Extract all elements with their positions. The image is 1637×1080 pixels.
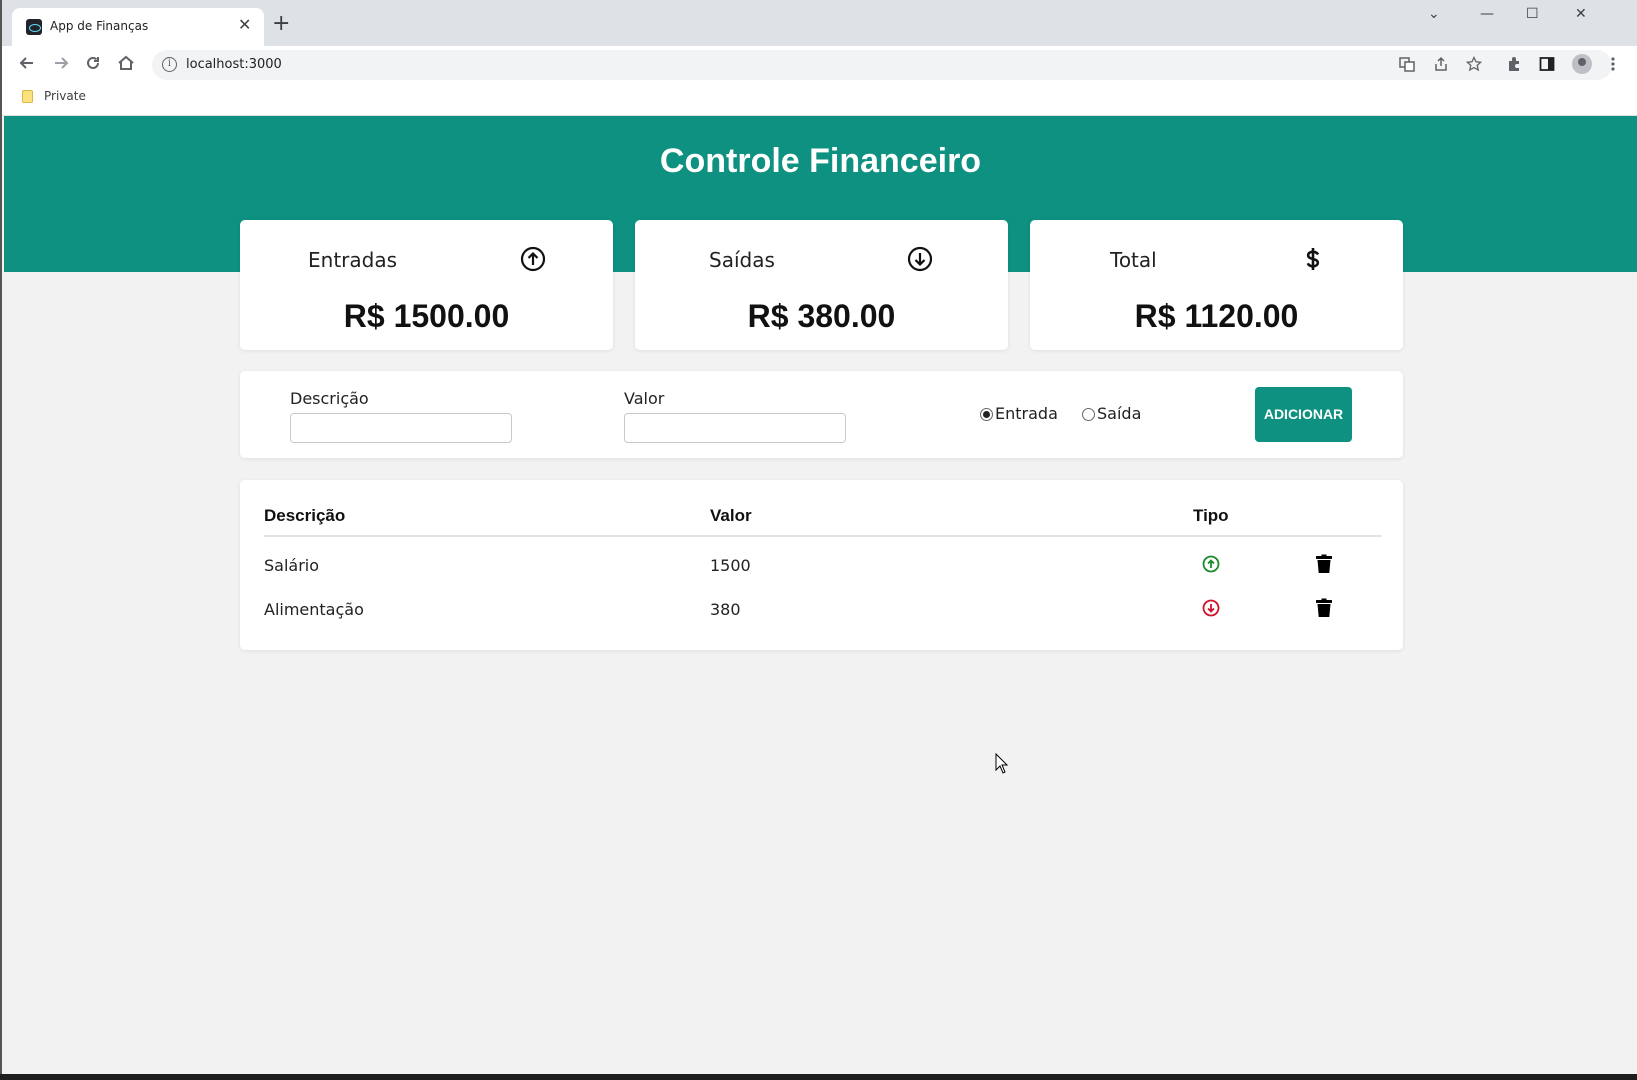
- description-label: Descrição: [290, 389, 369, 408]
- table-header-type: Tipo: [1193, 506, 1229, 525]
- row-value: 380: [710, 600, 741, 619]
- address-bar[interactable]: i localhost:3000: [152, 50, 1612, 80]
- taskbar-edge: [0, 1074, 1637, 1080]
- back-icon[interactable]: [18, 54, 36, 77]
- bookmark-folder-icon: [22, 90, 33, 103]
- transaction-form: Descrição Valor Entrada Saída ADICIONAR: [240, 371, 1403, 458]
- radio-saida-label[interactable]: Saída: [1097, 404, 1141, 423]
- menu-kebab-icon[interactable]: [1610, 56, 1616, 76]
- site-info-icon[interactable]: i: [162, 57, 177, 72]
- table-header-value: Valor: [710, 506, 752, 525]
- dollar-icon: [1306, 248, 1320, 270]
- maximize-button[interactable]: ☐: [1526, 6, 1539, 22]
- home-icon[interactable]: [117, 54, 135, 77]
- total-card: Total R$ 1120.00: [1030, 220, 1403, 350]
- total-card-label: Total: [1110, 248, 1157, 272]
- add-button[interactable]: ADICIONAR: [1255, 387, 1352, 442]
- minimize-button[interactable]: —: [1480, 6, 1494, 22]
- tab-search-icon[interactable]: ⌄: [1428, 6, 1440, 22]
- delete-trash-icon[interactable]: [1315, 554, 1333, 574]
- forward-icon[interactable]: [52, 54, 70, 77]
- app-page: Controle Financeiro Entradas R$ 1500.00 …: [4, 116, 1637, 1074]
- arrow-up-circle-icon: [520, 246, 546, 272]
- radio-entrada-label[interactable]: Entrada: [995, 404, 1058, 423]
- side-panel-icon[interactable]: [1539, 56, 1555, 76]
- radio-saida[interactable]: [1082, 408, 1095, 421]
- window-close-button[interactable]: ✕: [1575, 6, 1587, 22]
- bookmark-private[interactable]: Private: [44, 89, 86, 103]
- bookmark-star-icon[interactable]: [1465, 55, 1483, 76]
- table-header-description: Descrição: [264, 506, 346, 525]
- delete-trash-icon[interactable]: [1315, 598, 1333, 618]
- mouse-cursor-icon: [995, 753, 1009, 774]
- income-card-value: R$ 1500.00: [343, 298, 510, 334]
- expense-card: Saídas R$ 380.00: [635, 220, 1008, 350]
- page-title: Controle Financeiro: [659, 142, 982, 180]
- row-description: Salário: [264, 556, 320, 575]
- arrow-down-circle-icon: [907, 246, 933, 272]
- tab-strip: App de Finanças ✕ + ⌄ — ☐ ✕: [2, 0, 1637, 46]
- new-tab-button[interactable]: +: [272, 13, 290, 35]
- bookmarks-bar: [2, 84, 1637, 116]
- expense-arrow-down-icon: [1202, 599, 1220, 617]
- income-arrow-up-icon: [1202, 555, 1220, 573]
- table-divider: [264, 535, 1382, 537]
- url-text: localhost:3000: [186, 57, 282, 72]
- browser-tab[interactable]: App de Finanças ✕: [12, 8, 264, 46]
- share-icon[interactable]: [1433, 56, 1449, 76]
- react-favicon-icon: [26, 19, 42, 35]
- row-description: Alimentação: [264, 600, 364, 619]
- tab-close-icon[interactable]: ✕: [238, 16, 251, 34]
- value-input[interactable]: [624, 413, 846, 443]
- total-card-value: R$ 1120.00: [1134, 298, 1299, 334]
- profile-avatar[interactable]: [1572, 54, 1592, 74]
- income-card-label: Entradas: [308, 248, 398, 272]
- description-input[interactable]: [290, 413, 512, 443]
- browser-window: App de Finanças ✕ + ⌄ — ☐ ✕ i localhost:…: [0, 0, 1637, 1074]
- browser-toolbar: i localhost:3000: [2, 46, 1637, 84]
- tab-title: App de Finanças: [50, 19, 149, 33]
- translate-icon[interactable]: [1399, 56, 1415, 76]
- reload-icon[interactable]: [84, 54, 102, 77]
- expense-card-label: Saídas: [709, 248, 775, 272]
- value-label: Valor: [624, 389, 665, 408]
- radio-entrada[interactable]: [980, 408, 993, 421]
- transactions-table: Descrição Valor Tipo Salário 1500 Alimen…: [240, 480, 1403, 650]
- row-value: 1500: [710, 556, 751, 575]
- extensions-icon[interactable]: [1506, 56, 1522, 76]
- income-card: Entradas R$ 1500.00: [240, 220, 613, 350]
- expense-card-value: R$ 380.00: [747, 298, 896, 334]
